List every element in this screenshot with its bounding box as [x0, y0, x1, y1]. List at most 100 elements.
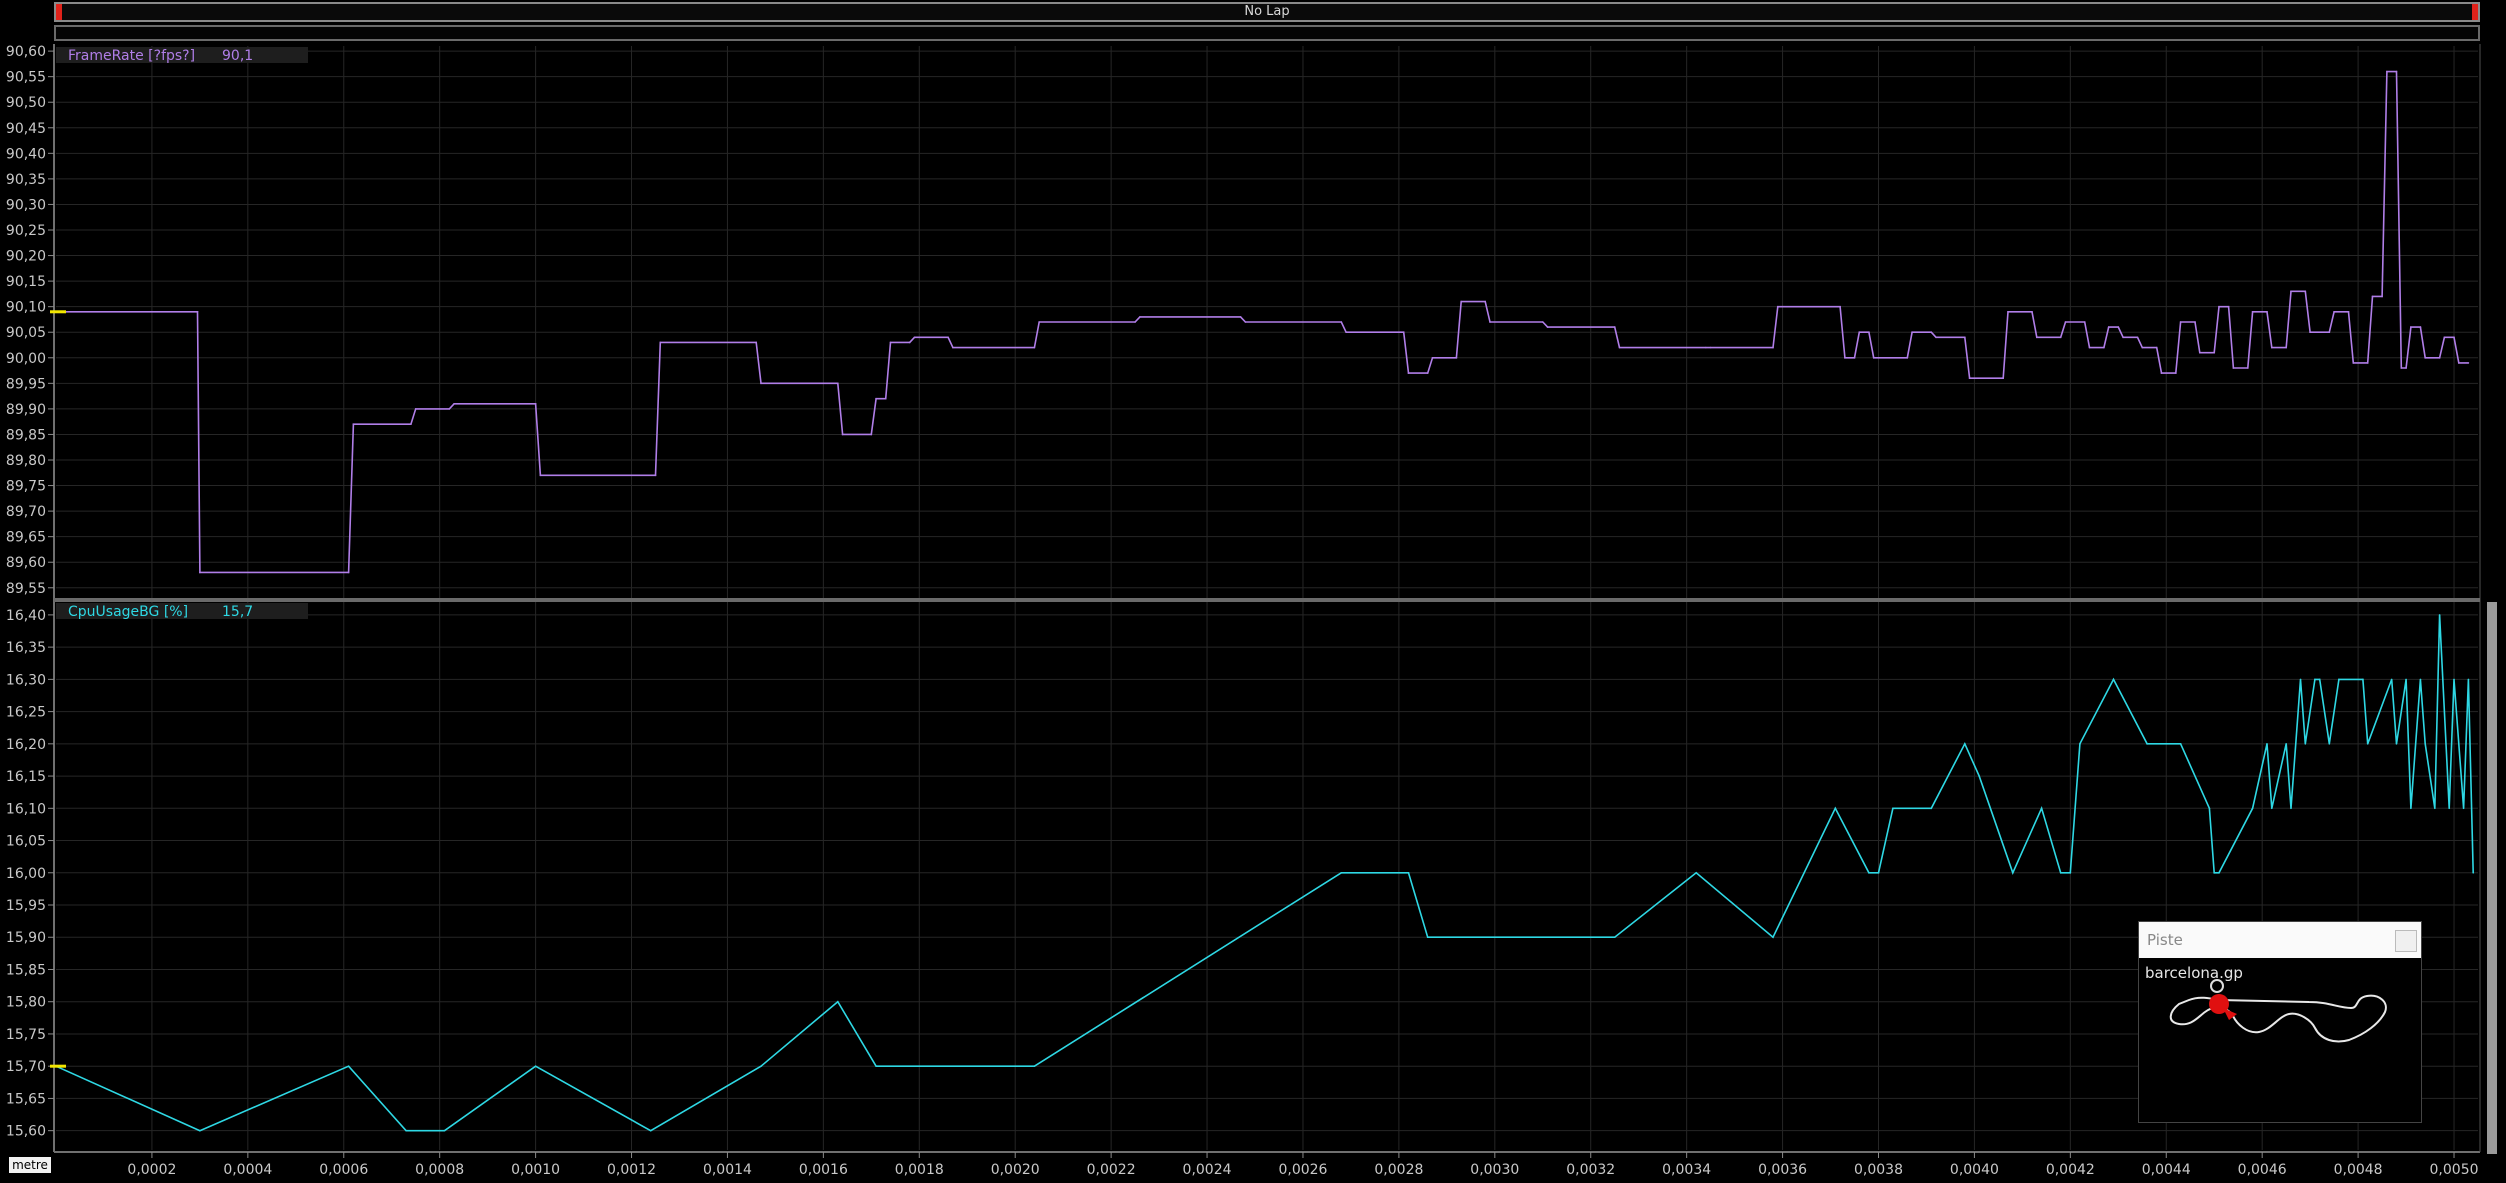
data-point [870, 433, 873, 436]
data-point [2199, 351, 2201, 354]
data-point [2218, 871, 2220, 874]
y-tick-label: 15,70 [6, 1059, 46, 1075]
x-tick-label: 0,0004 [223, 1162, 272, 1178]
data-point [889, 341, 892, 344]
x-tick-label: 0,0024 [1183, 1162, 1232, 1178]
data-point [952, 346, 954, 349]
data-point [2002, 377, 2004, 380]
data-point [2318, 678, 2321, 681]
data-point [755, 341, 758, 344]
data-point [1872, 356, 1875, 359]
channel-value: 15,7 [222, 604, 253, 620]
data-point [2386, 70, 2388, 73]
data-point [1964, 743, 1966, 745]
y-tick-label: 90,25 [6, 223, 46, 239]
data-point [1772, 936, 1774, 939]
data-point [2117, 326, 2120, 328]
data-point [1613, 936, 1616, 939]
data-point [1345, 331, 1347, 334]
data-point [2338, 678, 2340, 681]
data-point [2179, 743, 2182, 745]
track-map-window[interactable]: Piste barcelona.gp [2138, 921, 2422, 1123]
channel-name: CpuUsageBG [%] [68, 604, 188, 620]
data-point [2146, 743, 2148, 745]
telemetry-chart[interactable]: 90,60 90,55 90,50 90,45 90,40 90,35 90,30 90,25… [0, 0, 2506, 1183]
y-tick-label: 90,35 [6, 172, 46, 188]
x-tick-label: 0,0010 [511, 1162, 560, 1178]
data-point [659, 341, 662, 344]
data-point [2059, 336, 2062, 339]
data-point [913, 336, 916, 339]
data-point [352, 423, 355, 426]
data-point [2299, 678, 2302, 681]
data-point [405, 1129, 407, 1132]
data-point [2328, 331, 2331, 334]
series-line-0 [56, 70, 2469, 574]
data-point [347, 571, 350, 574]
y-tick-label: 90,15 [6, 274, 46, 290]
data-point [2472, 871, 2475, 874]
data-point [1244, 321, 1247, 323]
data-point [2395, 70, 2398, 73]
data-point [2333, 310, 2335, 313]
y-tick-label: 15,90 [6, 930, 46, 946]
data-point [2366, 743, 2369, 745]
data-point [2266, 310, 2268, 313]
data-point [2251, 310, 2254, 313]
data-point [2328, 743, 2331, 745]
data-point [2347, 310, 2350, 313]
data-point [947, 336, 949, 339]
y-tick-label: 16,05 [6, 834, 46, 850]
data-point [2175, 372, 2177, 374]
data-point [884, 397, 887, 400]
data-point [2462, 807, 2465, 810]
y-tick-label: 15,95 [6, 898, 46, 914]
data-point [1546, 326, 1549, 328]
data-point [2079, 743, 2081, 745]
data-point [908, 341, 911, 344]
data-point [836, 1000, 839, 1003]
data-point [760, 382, 762, 385]
data-point [1858, 331, 1861, 334]
y-tick-label: 90,00 [6, 351, 46, 367]
x-tick-label: 0,0008 [415, 1162, 464, 1178]
data-point [1239, 316, 1242, 318]
data-point [2448, 807, 2451, 810]
x-tick-label: 0,0014 [703, 1162, 752, 1178]
x-tick-label: 0,0006 [319, 1162, 368, 1178]
x-tick-label: 0,0034 [1662, 1162, 1711, 1178]
y-tick-label: 15,85 [6, 962, 46, 978]
vertical-scrollbar[interactable] [2487, 602, 2497, 1154]
data-point [2035, 336, 2038, 339]
data-point [1033, 1065, 1036, 1067]
data-point [875, 1065, 877, 1067]
y-tick-label: 90,50 [6, 95, 46, 111]
y-tick-label: 15,60 [6, 1124, 46, 1140]
data-point [2443, 336, 2446, 339]
data-point [1489, 321, 1491, 323]
y-tick-label: 90,40 [6, 146, 46, 162]
data-point [2285, 346, 2287, 349]
y-tick-label: 90,45 [6, 121, 46, 137]
data-point [875, 397, 877, 400]
data-point [2270, 346, 2273, 349]
x-tick-label: 0,0040 [1950, 1162, 1999, 1178]
data-point [1911, 331, 1913, 334]
data-point [1460, 300, 1463, 303]
x-tick-label: 0,0016 [799, 1162, 848, 1178]
y-tick-label: 90,05 [6, 325, 46, 341]
data-point [1340, 321, 1343, 323]
x-tick-label: 0,0036 [1758, 1162, 1807, 1178]
data-point [534, 1065, 537, 1067]
data-point [2405, 678, 2407, 681]
x-tick-label: 0,0038 [1854, 1162, 1903, 1178]
y-tick-label: 90,60 [6, 44, 46, 60]
data-point [2251, 807, 2254, 810]
data-point [2438, 614, 2441, 616]
data-point [534, 402, 537, 405]
x-axis-unit-label[interactable]: metre [9, 1157, 51, 1173]
data-point [2141, 346, 2144, 349]
data-point [2194, 321, 2196, 323]
y-tick-label: 90,10 [6, 300, 46, 316]
data-point [1709, 346, 1712, 349]
